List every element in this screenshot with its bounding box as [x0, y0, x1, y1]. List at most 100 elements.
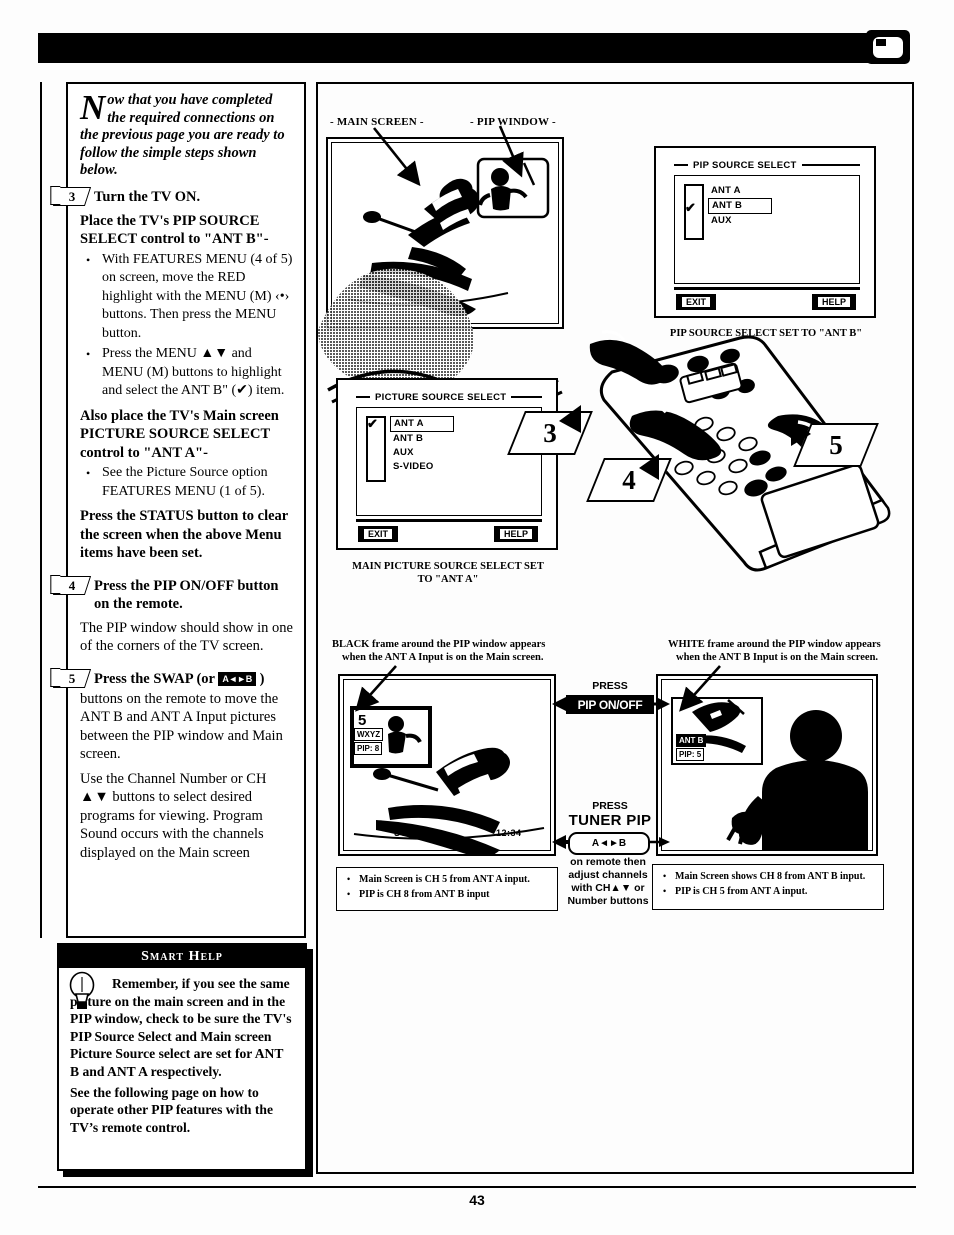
white-frame-caption-line-1: WHITE frame around the PIP window appear…: [668, 639, 881, 650]
help-button[interactable]: HELP: [493, 526, 538, 542]
menu-divider: [356, 519, 542, 522]
column-left-rule: [40, 82, 48, 938]
white-frame-arrow: [679, 665, 721, 712]
swap-key-icon: A◄►B: [218, 671, 256, 686]
press-label-2: PRESS: [592, 800, 628, 812]
list-item: Main Screen shows CH 8 from ANT B input.: [659, 869, 877, 884]
picture-source-select-frame: ✔ ANT A ANT B AUX S-VIDEO: [356, 407, 542, 516]
header-black-bar: [38, 33, 880, 63]
pip-channel-badge: PIP: 8: [354, 742, 383, 755]
exit-button-label: EXIT: [682, 297, 711, 307]
help-button-label: HELP: [817, 297, 850, 307]
picture-source-select-title: PICTURE SOURCE SELECT: [356, 391, 542, 403]
pip-channel-badge: PIP: 5: [676, 748, 705, 761]
callout-3-tip: [559, 405, 581, 433]
intro-text: ow that you have completed the required …: [80, 92, 285, 178]
right-notes-list: Main Screen shows CH 8 from ANT B input.…: [659, 869, 877, 899]
pip-tv-icon: [866, 30, 910, 64]
title-dash-left: [674, 164, 688, 166]
list-item: Main Screen is CH 5 from ANT A input.: [343, 872, 551, 887]
left-notes-list: Main Screen is CH 5 from ANT A input. PI…: [343, 872, 551, 902]
menu-item-ant-b[interactable]: ANT B: [390, 432, 454, 446]
step-5-para-2: Use the Channel Number or CH ▲▼ buttons …: [80, 770, 267, 861]
black-frame-caption-line-1: BLACK frame around the PIP window appear…: [332, 639, 546, 650]
press-label-1: PRESS: [592, 680, 628, 692]
caption-line-1: MAIN PICTURE SOURCE SELECT SET: [352, 561, 544, 572]
step-4-number-badge: 4: [52, 575, 92, 595]
list-item: Press the MENU ▲▼ and MENU (M) buttons t…: [80, 345, 294, 401]
list-item: See the Picture Source option FEATURES M…: [80, 464, 294, 501]
tuner-pip-note-line-4: Number buttons: [567, 895, 649, 907]
list-item: With FEATURES MENU (4 of 5) on screen, m…: [80, 251, 294, 344]
menu-item-s-video[interactable]: S-VIDEO: [390, 460, 454, 474]
checkmark-icon: ✔: [685, 200, 696, 215]
step-4: 4 Press the PIP ON/OFF button on the rem…: [52, 575, 294, 613]
step-3-para-3: Press the STATUS button to clear the scr…: [80, 508, 288, 561]
manual-page: Now that you have completed the required…: [0, 0, 954, 1235]
tuner-pip-note-line-1: on remote then: [570, 856, 646, 868]
list-item: PIP is CH 5 from ANT A input.: [659, 884, 877, 899]
menu-item-aux[interactable]: AUX: [708, 214, 772, 228]
pip-source-select-frame: ✔ ANT A ANT B AUX: [674, 175, 860, 284]
smart-help-para-1: Remember, if you see the same picture on…: [70, 976, 292, 1079]
menu-item-ant-a[interactable]: ANT A: [390, 416, 454, 432]
pip-source-select-title-text: PIP SOURCE SELECT: [693, 159, 797, 171]
smart-help-box: Smart Help Remember, if you see the same…: [57, 943, 307, 1171]
smart-help-panel: Smart Help Remember, if you see the same…: [57, 943, 313, 1177]
white-frame-caption: WHITE frame around the PIP window appear…: [648, 638, 948, 664]
caption-line-2: TO "ANT A": [417, 574, 479, 585]
right-panel-top-rule: [316, 82, 914, 84]
exit-button[interactable]: EXIT: [358, 526, 399, 542]
title-dash-right: [511, 396, 542, 398]
step-5-title: Press the SWAP (or A◄►B ): [80, 670, 294, 688]
step-5: 5 Press the SWAP (or A◄►B ): [52, 668, 294, 688]
left-instruction-column: Now that you have completed the required…: [40, 82, 308, 938]
smart-help-body: Remember, if you see the same picture on…: [59, 968, 305, 1136]
title-dash-left: [356, 396, 370, 398]
exit-button-label: EXIT: [364, 529, 393, 539]
step-5-para-1: buttons on the remote to move the ANT B …: [80, 690, 283, 763]
pip-source-select-menu: PIP SOURCE SELECT ✔ ANT A ANT B AUX EXIT…: [654, 146, 876, 318]
menu-item-ant-a[interactable]: ANT A: [708, 184, 772, 198]
callout-5-tip: [791, 420, 811, 446]
main-screen-arrow: [372, 127, 421, 187]
drop-cap: N: [80, 88, 106, 127]
right-panel-right-rule: [912, 82, 914, 1174]
step-4-title: Press the PIP ON/OFF button on the remot…: [94, 577, 279, 612]
step-5-title-pre: Press the SWAP (or: [94, 670, 215, 687]
smart-help-para-2: See the following page on how to operate…: [70, 1084, 273, 1135]
menu-item-aux[interactable]: AUX: [390, 446, 454, 460]
menu-item-ant-b[interactable]: ANT B: [708, 198, 772, 214]
pip-source-select-items: ANT A ANT B AUX: [708, 184, 772, 228]
picture-source-select-title-text: PICTURE SOURCE SELECT: [375, 391, 507, 403]
tuner-pip-note: on remote then adjust channels with CH▲▼…: [552, 856, 664, 908]
exit-button[interactable]: EXIT: [676, 294, 717, 310]
press-arrows-2: [552, 835, 670, 849]
main-callsign-badge: WXYZ: [354, 728, 384, 741]
step-3-para-1: Place the TV's PIP SOURCE SELECT control…: [80, 212, 269, 248]
lightbulb-icon: [69, 971, 95, 1009]
smart-help-title: Smart Help: [59, 945, 305, 968]
step-3: 3 Turn the TV ON.: [52, 186, 294, 206]
step-5-title-post: ): [259, 670, 265, 687]
list-item: PIP is CH 8 from ANT B input: [343, 887, 551, 902]
right-panel-bottom-rule: [316, 1172, 914, 1174]
footer-rule: [38, 1186, 916, 1188]
tuner-pip-note-line-3: with CH▲▼ or: [571, 882, 645, 894]
step-5-number: 5: [68, 670, 76, 685]
help-button[interactable]: HELP: [811, 294, 856, 310]
black-frame-caption: BLACK frame around the PIP window appear…: [332, 638, 632, 664]
step-3-title: Turn the TV ON.: [94, 188, 201, 205]
step-4-para-1: The PIP window should show in one of the…: [80, 619, 293, 655]
callout-4-tip: [639, 454, 659, 480]
callout-5-number: 5: [829, 429, 843, 460]
stereo-indicator: STEREO: [394, 828, 435, 838]
intro-paragraph: Now that you have completed the required…: [80, 88, 294, 180]
clock-indicator: 12:34: [496, 828, 522, 838]
step-3-number: 3: [68, 188, 76, 203]
page-number: 43: [469, 1192, 485, 1208]
pip-source-badge: ANT B: [676, 734, 707, 747]
title-dash-right: [801, 164, 860, 166]
tuner-pip-label: TUNER PIP: [568, 812, 652, 829]
step-3-para-2: Also place the TV's Main screen PICTURE …: [80, 407, 279, 461]
